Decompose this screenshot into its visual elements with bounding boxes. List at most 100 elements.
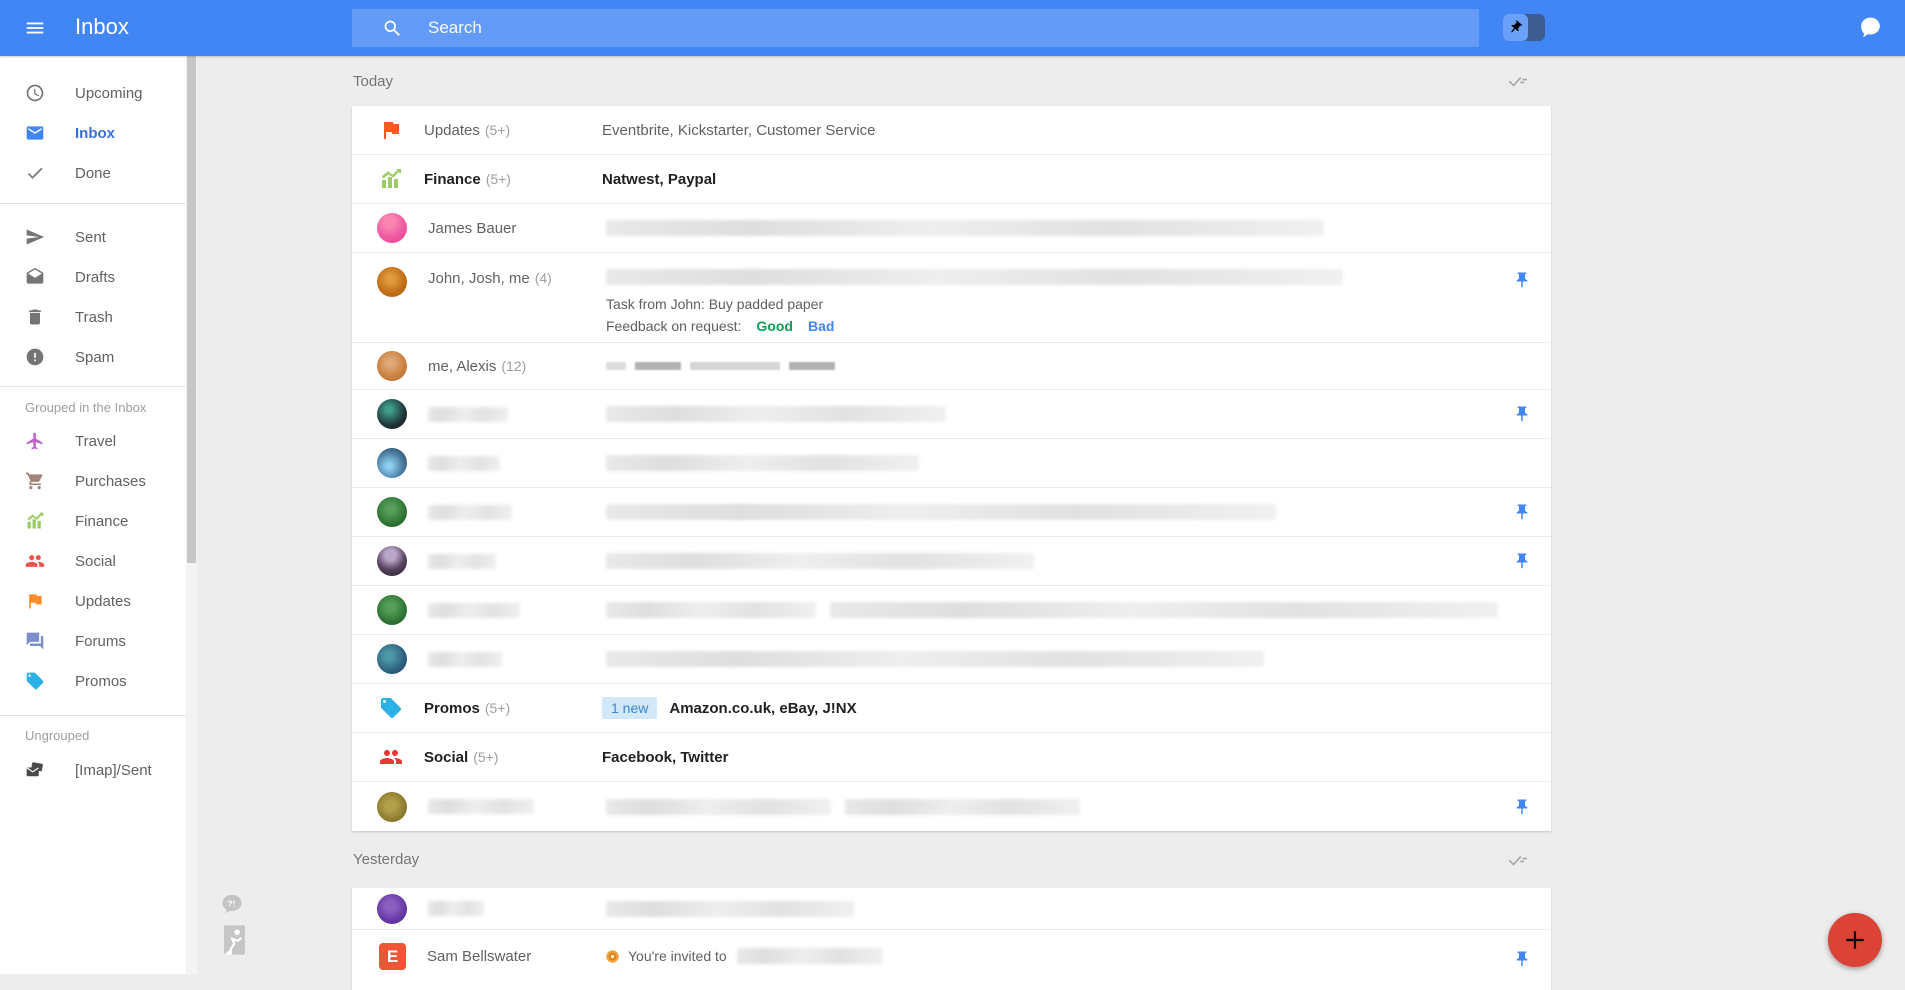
sidebar-item-done[interactable]: Done xyxy=(0,153,186,193)
pin-icon[interactable] xyxy=(1513,503,1531,521)
pin-filter-toggle[interactable] xyxy=(1503,14,1545,41)
bundle-row-promos[interactable]: Promos(5+) 1 new Amazon.co.uk, eBay, J!N… xyxy=(352,684,1551,733)
redacted-subject xyxy=(606,901,854,917)
bundle-summary: Facebook, Twitter xyxy=(602,749,728,766)
redacted-subject xyxy=(606,651,1264,667)
email-row[interactable]: James Bauer xyxy=(352,204,1551,253)
hamburger-menu-icon[interactable] xyxy=(24,17,46,39)
email-row[interactable]: me, Alexis(12) xyxy=(352,343,1551,390)
sidebar-item-purchases[interactable]: Purchases xyxy=(0,461,186,501)
speech-bubble-icon[interactable] xyxy=(1858,15,1883,40)
sidebar: Upcoming Inbox Done Sent Drafts Trash Sp… xyxy=(0,56,186,974)
email-row[interactable] xyxy=(352,390,1551,439)
divider xyxy=(0,386,186,387)
redacted-sender xyxy=(428,603,520,618)
email-row-invite[interactable]: E Sam Bellswater You're invited to xyxy=(352,930,1551,990)
clock-icon xyxy=(25,83,45,103)
avatar[interactable] xyxy=(377,644,407,674)
pushpin-icon xyxy=(1503,14,1528,41)
sidebar-item-spam[interactable]: Spam xyxy=(0,337,186,377)
email-row[interactable] xyxy=(352,537,1551,586)
help-bubble-icon[interactable] xyxy=(219,893,245,916)
sidebar-scrollbar[interactable] xyxy=(186,56,197,974)
avatar[interactable] xyxy=(377,351,407,381)
exit-run-icon[interactable] xyxy=(222,923,247,957)
sidebar-item-drafts[interactable]: Drafts xyxy=(0,257,186,297)
email-row[interactable] xyxy=(352,782,1551,831)
message-count: (4) xyxy=(535,270,552,286)
avatar[interactable] xyxy=(377,595,407,625)
redacted-subject xyxy=(606,455,919,471)
sidebar-item-promos[interactable]: Promos xyxy=(0,661,186,701)
message-count: (12) xyxy=(501,358,526,374)
sweep-icon[interactable] xyxy=(1507,70,1529,92)
section-header-today: Today xyxy=(352,56,1551,106)
avatar[interactable] xyxy=(377,546,407,576)
sidebar-item-travel[interactable]: Travel xyxy=(0,421,186,461)
search-icon xyxy=(382,18,403,39)
avatar[interactable] xyxy=(377,497,407,527)
sidebar-item-sent[interactable]: Sent xyxy=(0,217,186,257)
bundle-count: (5+) xyxy=(485,700,510,716)
pin-icon[interactable] xyxy=(1513,798,1531,816)
sidebar-section-header: Grouped in the Inbox xyxy=(25,400,186,415)
drafts-icon xyxy=(25,267,45,287)
sidebar-item-finance[interactable]: Finance xyxy=(0,501,186,541)
today-card: Updates (5+) Eventbrite, Kickstarter, Cus… xyxy=(352,106,1551,831)
search-placeholder: Search xyxy=(428,18,482,38)
bundle-summary: Natwest, Paypal xyxy=(602,171,716,188)
tag-icon xyxy=(25,671,45,691)
cart-icon xyxy=(25,471,45,491)
sweep-icon[interactable] xyxy=(1507,849,1529,871)
search-input[interactable]: Search xyxy=(352,9,1479,47)
redacted-subject xyxy=(606,220,1324,236)
bundle-summary: Eventbrite, Kickstarter, Customer Servic… xyxy=(602,122,875,139)
bundle-row-social[interactable]: Social(5+) Facebook, Twitter xyxy=(352,733,1551,782)
email-row[interactable] xyxy=(352,586,1551,635)
snippet-prefix: You're invited to xyxy=(628,948,727,964)
app-header: Inbox Search xyxy=(0,0,1905,56)
pin-icon[interactable] xyxy=(1513,552,1531,570)
feedback-bad-link[interactable]: Bad xyxy=(808,318,834,334)
avatar[interactable] xyxy=(377,267,407,297)
bundle-count: (5+) xyxy=(485,122,510,138)
avatar[interactable]: E xyxy=(379,943,406,970)
section-title: Today xyxy=(353,73,393,90)
redacted-subject xyxy=(845,799,1080,815)
sidebar-item-trash[interactable]: Trash xyxy=(0,297,186,337)
compose-fab-button[interactable] xyxy=(1828,913,1882,967)
scrollbar-thumb[interactable] xyxy=(187,56,196,563)
feedback-label: Feedback on request: xyxy=(606,318,741,334)
chart-icon xyxy=(379,167,403,191)
redacted-sender xyxy=(428,554,496,569)
bundle-name: Updates xyxy=(424,122,480,139)
email-row[interactable] xyxy=(352,439,1551,488)
app-title: Inbox xyxy=(75,14,129,40)
sidebar-item-forums[interactable]: Forums xyxy=(0,621,186,661)
bundle-row-updates[interactable]: Updates (5+) Eventbrite, Kickstarter, Cus… xyxy=(352,106,1551,155)
email-row[interactable] xyxy=(352,488,1551,537)
avatar[interactable] xyxy=(377,894,407,924)
redacted-subject xyxy=(737,948,883,964)
sidebar-item-updates[interactable]: Updates xyxy=(0,581,186,621)
pin-icon[interactable] xyxy=(1513,271,1531,289)
divider xyxy=(0,715,186,716)
redacted-subject xyxy=(606,269,1343,285)
avatar[interactable] xyxy=(377,399,407,429)
email-row[interactable] xyxy=(352,635,1551,684)
email-row-task[interactable]: John, Josh, me(4) Task from John: Buy pa… xyxy=(352,253,1551,343)
bundle-row-finance[interactable]: Finance(5+) Natwest, Paypal xyxy=(352,155,1551,204)
sidebar-item-imap-sent[interactable]: [Imap]/Sent xyxy=(0,750,186,790)
sidebar-item-inbox[interactable]: Inbox xyxy=(0,113,186,153)
avatar[interactable] xyxy=(377,448,407,478)
avatar-letter: E xyxy=(387,947,398,967)
avatar[interactable] xyxy=(377,213,407,243)
avatar[interactable] xyxy=(377,792,407,822)
sidebar-item-social[interactable]: Social xyxy=(0,541,186,581)
pin-icon[interactable] xyxy=(1513,405,1531,423)
email-row[interactable] xyxy=(352,888,1551,930)
sidebar-item-upcoming[interactable]: Upcoming xyxy=(0,73,186,113)
flag-icon xyxy=(25,591,45,611)
pin-icon[interactable] xyxy=(1513,950,1531,968)
feedback-good-link[interactable]: Good xyxy=(756,318,793,334)
